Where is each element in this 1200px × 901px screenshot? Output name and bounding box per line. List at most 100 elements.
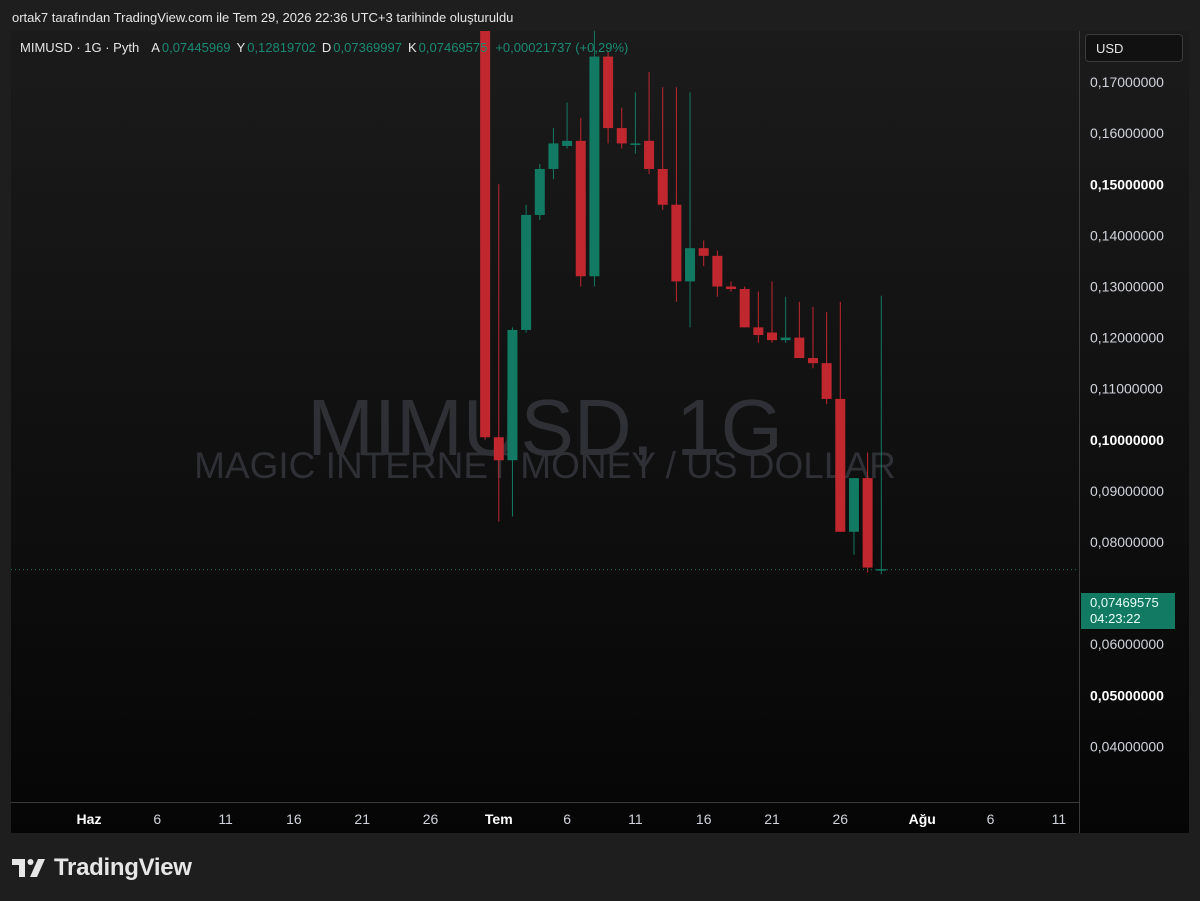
candle <box>630 92 641 154</box>
legend-low-label: D <box>321 40 332 55</box>
candle-body <box>589 56 600 277</box>
time-tick-label: 6 <box>153 811 161 827</box>
price-tick-label: 0,10000000 <box>1090 432 1164 448</box>
legend-close-label: K <box>407 40 417 55</box>
time-tick-label: Ağu <box>909 811 936 827</box>
candle-body <box>848 478 859 532</box>
time-tick-label: 6 <box>987 811 995 827</box>
time-axis: 26Haz611162126Tem611162126Ağu611 <box>77 811 1067 827</box>
price-tick-label: 0,16000000 <box>1090 125 1164 141</box>
candle-body <box>698 248 709 256</box>
currency-selector[interactable]: USD <box>1085 34 1183 62</box>
candle <box>698 240 709 267</box>
time-tick-label: 16 <box>286 811 302 827</box>
price-tick-label: 0,12000000 <box>1090 330 1164 346</box>
candle-body <box>657 168 668 205</box>
price-tick-label: 0,04000000 <box>1090 738 1164 754</box>
candle <box>876 295 887 575</box>
candle-body <box>807 358 818 364</box>
legend-open-value: 0,07445969 <box>161 40 231 55</box>
candle <box>562 102 573 149</box>
candle <box>589 31 600 287</box>
ohlc-legend: MIMUSD · 1G · Pyth A 0,07445969 Y 0,128197… <box>20 40 628 55</box>
time-tick-label: 16 <box>696 811 712 827</box>
price-tick-label: 0,14000000 <box>1090 227 1164 243</box>
candle <box>835 301 846 532</box>
candle <box>753 291 764 343</box>
candle <box>739 286 750 328</box>
candle-body <box>780 337 791 341</box>
candle-body <box>534 168 545 215</box>
candle-body <box>548 143 559 169</box>
chart-frame[interactable]: MIMUSD, 1G MAGIC INTERNET MONEY / US DOL… <box>11 31 1189 833</box>
candle-body <box>821 363 832 399</box>
legend-symbol[interactable]: MIMUSD · 1G · Pyth <box>20 40 139 55</box>
price-tick-label: 0,06000000 <box>1090 636 1164 652</box>
candle-body <box>644 140 655 169</box>
time-tick-label: 6 <box>563 811 571 827</box>
time-tick-label: 21 <box>764 811 780 827</box>
candle <box>671 87 682 302</box>
candle <box>575 117 586 287</box>
candle <box>767 281 777 343</box>
price-tick-label: 0,17000000 <box>1090 74 1164 90</box>
candle <box>726 281 737 292</box>
price-axis: 0,04000000 0,05000000 0,06000000 0,08000000… <box>1090 74 1164 754</box>
candle-body <box>862 478 873 568</box>
chart-caption: ortak7 tarafından TradingView.com ile Te… <box>12 10 514 25</box>
candle-body <box>794 337 805 359</box>
candle <box>794 301 805 359</box>
tradingview-logo-icon <box>12 859 45 877</box>
time-tick-label: 21 <box>354 811 370 827</box>
candle-body <box>507 329 518 461</box>
candle <box>616 107 627 149</box>
candle <box>507 327 518 517</box>
time-tick-label: Haz <box>77 811 102 827</box>
price-tick-label: 0,09000000 <box>1090 483 1164 499</box>
candlestick-chart[interactable]: MIMUSD, 1G MAGIC INTERNET MONEY / US DOL… <box>11 31 1189 833</box>
legend-low-value: 0,07369997 <box>333 40 402 55</box>
time-tick-label: 26 <box>833 811 849 827</box>
candle-body <box>616 128 627 144</box>
candle <box>603 51 614 144</box>
candles-layer <box>480 31 887 575</box>
time-tick-label: Tem <box>485 811 513 827</box>
candle-body <box>671 204 682 282</box>
candle <box>780 296 791 343</box>
candle-body <box>876 569 887 571</box>
candle-body <box>521 214 532 330</box>
candle-body <box>575 140 586 277</box>
tradingview-logo[interactable]: TradingView <box>12 854 192 882</box>
candle <box>548 128 559 180</box>
candle-body <box>603 56 614 129</box>
candle <box>821 312 832 405</box>
candle-body <box>835 398 846 532</box>
legend-open-label: A <box>151 40 160 55</box>
candle <box>807 306 818 369</box>
candle <box>534 163 545 221</box>
time-tick-label: 26 <box>423 811 439 827</box>
legend-high-label: Y <box>236 40 246 55</box>
candle <box>480 31 491 440</box>
tradingview-logo-text: TradingView <box>54 854 192 881</box>
bar-countdown: 04:23:22 <box>1090 611 1141 626</box>
candle-body <box>712 255 723 287</box>
time-tick-label: 11 <box>1052 811 1067 827</box>
candle-body <box>480 31 491 438</box>
candle-body <box>630 143 641 145</box>
time-tick-label: 11 <box>218 811 233 827</box>
candle-body <box>753 327 764 336</box>
candle-body <box>685 248 696 282</box>
watermark-description: MAGIC INTERNET MONEY / US DOLLAR <box>194 445 896 486</box>
candle <box>657 87 668 210</box>
legend-close-value: 0,07469575 <box>418 40 488 55</box>
legend-high-value: 0,12819702 <box>247 40 316 55</box>
last-price-tag: 0,07469575 04:23:22 <box>1081 593 1175 629</box>
legend-change: +0,00021737 (+0,29%) <box>495 40 629 55</box>
candle <box>521 204 532 333</box>
candle-body <box>493 437 504 461</box>
price-tick-label: 0,13000000 <box>1090 279 1164 295</box>
price-tick-label: 0,11000000 <box>1090 381 1163 397</box>
candle <box>712 250 723 297</box>
candle-body <box>562 140 573 146</box>
